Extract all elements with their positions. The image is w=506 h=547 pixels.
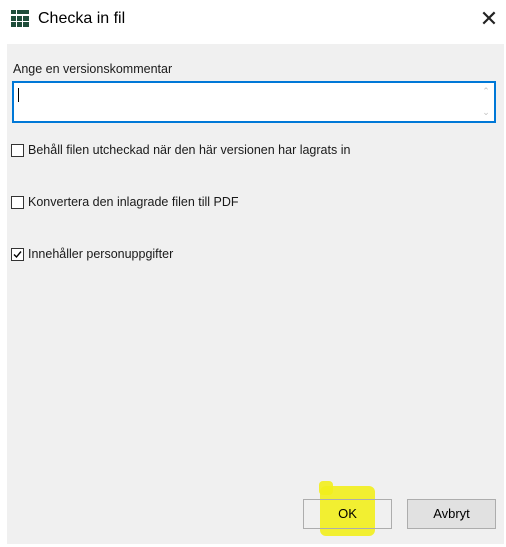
scroll-down-icon[interactable]: ⌄ — [481, 107, 491, 117]
text-caret — [18, 88, 19, 102]
cancel-button[interactable]: Avbryt — [407, 499, 496, 529]
checkmark-icon — [13, 250, 22, 258]
convert-to-pdf-checkbox[interactable] — [11, 195, 24, 209]
dialog-body: Ange en versionskommentar ⌃ ⌄ Behåll fil… — [7, 44, 504, 544]
scroll-up-icon[interactable]: ⌃ — [481, 86, 491, 96]
convert-to-pdf-option[interactable]: Konvertera den inlagrade filen till PDF — [11, 194, 239, 210]
keep-checked-out-option[interactable]: Behåll filen utcheckad när den här versi… — [11, 142, 350, 158]
comment-scrollbar[interactable]: ⌃ ⌄ — [478, 83, 494, 121]
version-comment-label: Ange en versionskommentar — [13, 62, 173, 76]
window-title: Checka in fil — [38, 10, 126, 27]
grid-app-icon — [11, 10, 29, 27]
title-bar: Checka in fil ✕ — [0, 0, 506, 40]
keep-checked-out-label[interactable]: Behåll filen utcheckad när den här versi… — [28, 142, 350, 158]
personal-data-option[interactable]: Innehåller personuppgifter — [11, 246, 173, 262]
keep-checked-out-checkbox[interactable] — [11, 143, 24, 157]
ok-button[interactable]: OK — [303, 499, 392, 529]
personal-data-checkbox[interactable] — [11, 247, 24, 261]
highlight-mark-tail — [319, 481, 333, 495]
convert-to-pdf-label[interactable]: Konvertera den inlagrade filen till PDF — [28, 194, 239, 210]
close-icon[interactable]: ✕ — [476, 6, 502, 32]
personal-data-label[interactable]: Innehåller personuppgifter — [28, 246, 173, 262]
version-comment-input[interactable]: ⌃ ⌄ — [12, 81, 496, 123]
